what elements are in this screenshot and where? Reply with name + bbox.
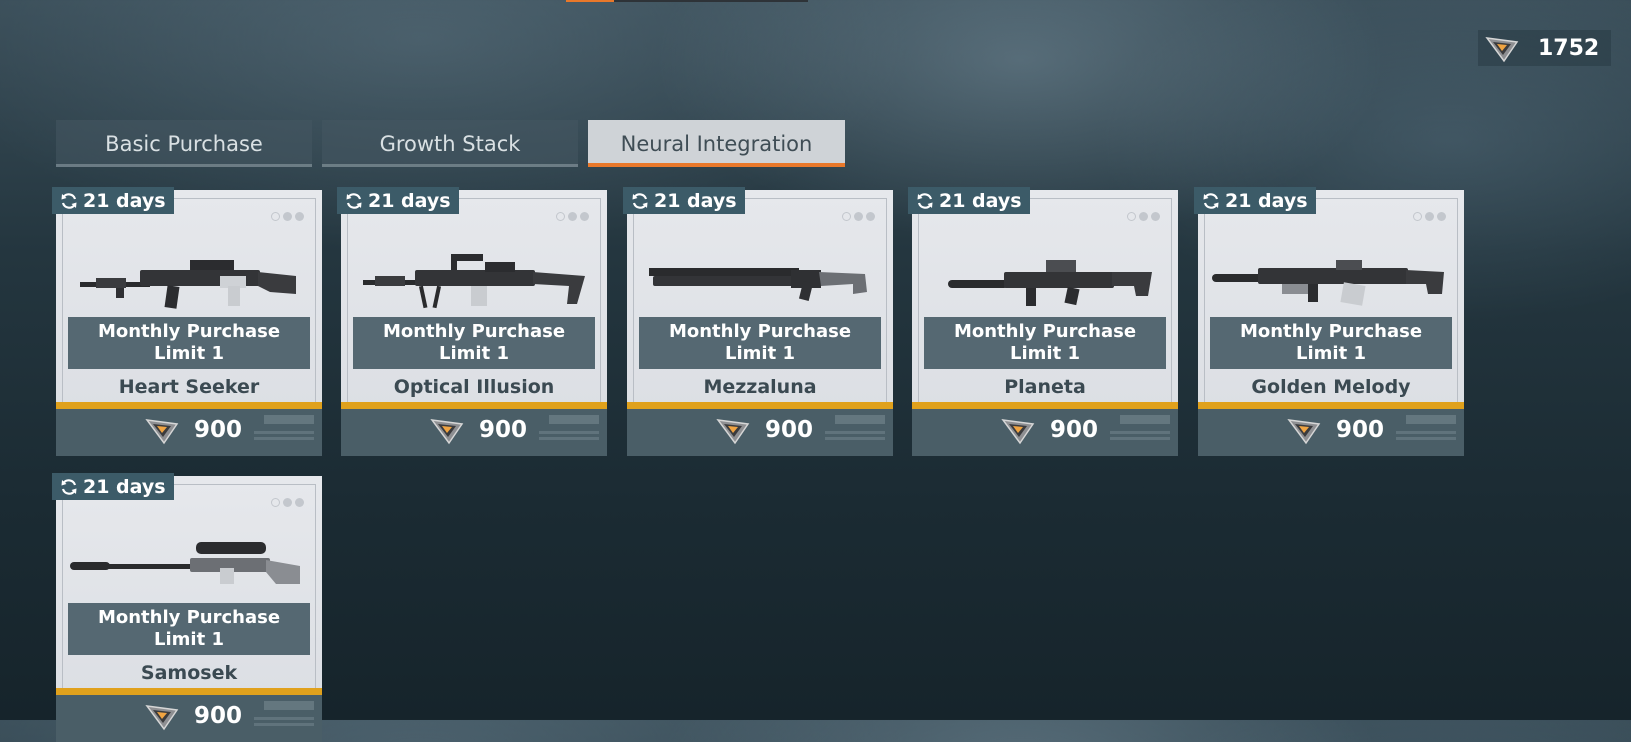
item-price: 900 xyxy=(1336,417,1385,443)
refresh-days: 21 days xyxy=(654,189,737,212)
purchase-limit: Monthly Purchase Limit 1 xyxy=(639,317,881,369)
item-card-samosek[interactable]: Monthly Purchase Limit 1 Samosek 900 21 … xyxy=(52,473,322,742)
refresh-days: 21 days xyxy=(1225,189,1308,212)
refresh-days: 21 days xyxy=(939,189,1022,212)
purchase-limit-line-1: Monthly Purchase xyxy=(97,321,281,342)
refresh-icon xyxy=(346,192,362,209)
purchase-limit: Monthly Purchase Limit 1 xyxy=(924,317,1166,369)
item-price: 900 xyxy=(765,417,814,443)
refresh-days: 21 days xyxy=(83,189,166,212)
coin-icon xyxy=(145,705,179,731)
refresh-days: 21 days xyxy=(83,475,166,498)
tab-bar: Basic Purchase Growth Stack Neural Integ… xyxy=(56,120,845,167)
purchase-limit-line-1: Monthly Purchase xyxy=(1239,321,1423,342)
price-bar: 900 xyxy=(341,409,607,456)
machine-gun-icon xyxy=(363,254,585,309)
refresh-badge: 21 days xyxy=(52,187,174,214)
refresh-icon xyxy=(917,192,933,209)
card-image-area: Monthly Purchase Limit 1 Planeta xyxy=(912,190,1178,409)
price-bar: 900 xyxy=(627,409,893,456)
card-image-area: Monthly Purchase Limit 1 Golden Melody xyxy=(1198,190,1464,409)
top-strip xyxy=(566,0,808,2)
purchase-limit-line-2: Limit 1 xyxy=(154,343,224,364)
refresh-badge: 21 days xyxy=(1194,187,1316,214)
refresh-badge: 21 days xyxy=(52,473,174,500)
rarity-bar xyxy=(912,402,1178,409)
item-price: 900 xyxy=(194,417,243,443)
rarity-bar xyxy=(341,402,607,409)
card-image-area: Monthly Purchase Limit 1 Optical Illusio… xyxy=(341,190,607,409)
currency-display: 1752 xyxy=(1478,30,1611,66)
purchase-limit-line-2: Limit 1 xyxy=(439,343,509,364)
sniper-rifle-icon xyxy=(70,542,300,584)
currency-amount: 1752 xyxy=(1538,35,1600,61)
item-price: 900 xyxy=(194,703,243,729)
shotgun-icon xyxy=(649,268,867,301)
coin-icon xyxy=(716,419,750,445)
purchase-limit: Monthly Purchase Limit 1 xyxy=(353,317,595,369)
item-name: Planeta xyxy=(1004,376,1086,398)
carbine-icon xyxy=(1212,260,1444,306)
price-bar: 900 xyxy=(1198,409,1464,456)
refresh-icon xyxy=(1203,192,1219,209)
refresh-icon xyxy=(61,192,77,209)
tab-neural-integration[interactable]: Neural Integration xyxy=(588,120,845,167)
refresh-badge: 21 days xyxy=(908,187,1030,214)
purchase-limit-line-2: Limit 1 xyxy=(1296,343,1366,364)
refresh-icon xyxy=(61,478,77,495)
coin-icon xyxy=(1287,419,1321,445)
smg-icon xyxy=(948,260,1152,306)
item-card-planeta[interactable]: Monthly Purchase Limit 1 Planeta 900 21 … xyxy=(908,187,1178,456)
item-name: Samosek xyxy=(140,662,238,684)
purchase-limit: Monthly Purchase Limit 1 xyxy=(68,317,310,369)
item-card-mezzaluna[interactable]: Monthly Purchase Limit 1 Mezzaluna 900 2… xyxy=(623,187,893,456)
rarity-bar xyxy=(627,402,893,409)
purchase-limit-line-2: Limit 1 xyxy=(154,629,224,650)
price-bar: 900 xyxy=(56,409,322,456)
item-name: Golden Melody xyxy=(1251,376,1411,398)
item-price: 900 xyxy=(1050,417,1099,443)
item-price: 900 xyxy=(479,417,528,443)
card-image-area: Monthly Purchase Limit 1 Heart Seeker xyxy=(56,190,322,409)
rifle-icon xyxy=(80,260,296,309)
item-card-golden-melody[interactable]: Monthly Purchase Limit 1 Golden Melody 9… xyxy=(1194,187,1464,456)
card-image-area: Monthly Purchase Limit 1 Samosek xyxy=(56,476,322,695)
tab-basic-purchase[interactable]: Basic Purchase xyxy=(56,120,312,167)
purchase-limit: Monthly Purchase Limit 1 xyxy=(68,603,310,655)
purchase-limit-line-2: Limit 1 xyxy=(1010,343,1080,364)
refresh-badge: 21 days xyxy=(623,187,745,214)
card-image-area: Monthly Purchase Limit 1 Mezzaluna xyxy=(627,190,893,409)
coin-icon xyxy=(1001,419,1035,445)
item-name: Optical Illusion xyxy=(393,376,555,398)
item-name: Mezzaluna xyxy=(703,376,817,398)
item-name: Heart Seeker xyxy=(118,376,260,398)
purchase-limit-line-1: Monthly Purchase xyxy=(97,607,281,628)
top-strip-accent xyxy=(566,0,614,2)
rarity-bar xyxy=(56,688,322,695)
coin-icon xyxy=(430,419,464,445)
price-bar: 900 xyxy=(912,409,1178,456)
refresh-icon xyxy=(632,192,648,209)
purchase-limit-line-1: Monthly Purchase xyxy=(382,321,566,342)
refresh-days: 21 days xyxy=(368,189,451,212)
purchase-limit: Monthly Purchase Limit 1 xyxy=(1210,317,1452,369)
rarity-bar xyxy=(1198,402,1464,409)
purchase-limit-line-1: Monthly Purchase xyxy=(953,321,1137,342)
purchase-limit-line-2: Limit 1 xyxy=(725,343,795,364)
item-card-heart-seeker[interactable]: Monthly Purchase Limit 1 Heart Seeker 90… xyxy=(52,187,322,456)
coin-icon xyxy=(145,419,179,445)
price-bar: 900 xyxy=(56,695,322,742)
refresh-badge: 21 days xyxy=(337,187,459,214)
coin-icon xyxy=(1485,37,1519,63)
purchase-limit-line-1: Monthly Purchase xyxy=(668,321,852,342)
rarity-bar xyxy=(56,402,322,409)
tab-growth-stack[interactable]: Growth Stack xyxy=(322,120,578,167)
item-card-optical-illusion[interactable]: Monthly Purchase Limit 1 Optical Illusio… xyxy=(337,187,607,456)
